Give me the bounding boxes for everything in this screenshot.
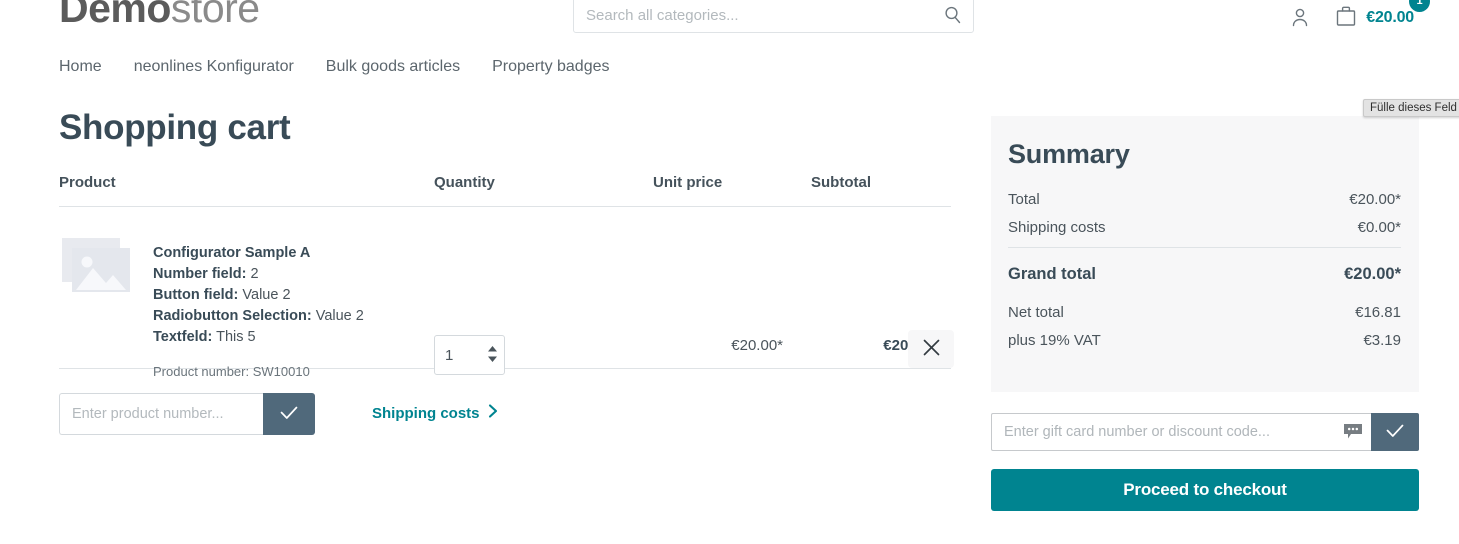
property-value: This 5: [216, 329, 256, 345]
logo-text-bold: Demo: [59, 0, 171, 31]
grand-total-value: €20.00*: [1344, 265, 1401, 283]
property-label: Button field:: [153, 287, 239, 303]
site-logo[interactable]: Demostore: [59, 0, 260, 30]
product-number: Product number: SW10010: [153, 364, 310, 379]
search-icon: [943, 6, 963, 28]
search-box[interactable]: [573, 0, 974, 33]
cart-table-header: Product Quantity Unit price Subtotal: [59, 174, 951, 207]
discount-submit-button[interactable]: [1371, 413, 1419, 451]
property-value: Value 2: [242, 287, 291, 303]
remove-item-button[interactable]: [908, 330, 954, 368]
summary-value: €0.00*: [1357, 219, 1401, 236]
shipping-costs-label: Shipping costs: [372, 404, 480, 422]
close-icon: [922, 338, 941, 360]
column-header-quantity: Quantity: [434, 174, 495, 191]
product-property-number-field: Number field: 2: [153, 264, 423, 285]
summary-value: €3.19: [1363, 332, 1401, 349]
check-icon: [278, 402, 300, 427]
discount-input-wrapper: [991, 413, 1371, 451]
unit-price: €20.00*: [731, 337, 783, 354]
summary-divider: [1008, 247, 1401, 248]
summary-row-total: Total €20.00*: [1008, 191, 1401, 208]
cart-badge: 1: [1409, 0, 1430, 12]
column-header-unit-price: Unit price: [653, 174, 723, 191]
search-button[interactable]: [939, 2, 967, 30]
summary-value: €20.00*: [1349, 191, 1401, 208]
main-navigation: Home neonlines Konfigurator Bulk goods a…: [59, 58, 642, 76]
validation-tooltip: Fülle dieses Feld: [1363, 99, 1459, 117]
quantity-select[interactable]: 1: [434, 335, 505, 375]
discount-code-form: [991, 413, 1419, 451]
summary-value: €16.81: [1355, 304, 1401, 321]
product-info: Configurator Sample A Number field: 2 Bu…: [153, 243, 423, 348]
product-number-form: [59, 393, 315, 435]
property-label: Radiobutton Selection:: [153, 308, 312, 324]
proceed-to-checkout-button[interactable]: Proceed to checkout: [991, 469, 1419, 511]
summary-row-grand-total: Grand total €20.00*: [1008, 265, 1401, 284]
summary-row-shipping-costs: Shipping costs €0.00*: [1008, 219, 1401, 236]
summary-label: Total: [1008, 191, 1040, 208]
cart-bottom-bar: Shipping costs: [59, 393, 951, 453]
product-property-button-field: Button field: Value 2: [153, 285, 423, 306]
cart-amount: €20.00: [1366, 9, 1414, 26]
nav-item-home[interactable]: Home: [59, 58, 102, 76]
column-header-subtotal: Subtotal: [811, 174, 871, 191]
product-property-textfeld: Textfeld: This 5: [153, 327, 423, 348]
site-header: Demostore Search all categories... €20.0…: [0, 0, 1459, 46]
search-input[interactable]: [574, 0, 934, 32]
property-value: 2: [250, 266, 259, 282]
summary-panel: Summary Total €20.00* Shipping costs €0.…: [991, 116, 1419, 392]
product-thumbnail[interactable]: [60, 238, 134, 296]
autofill-bubble-icon[interactable]: [1343, 423, 1363, 440]
summary-label: Net total: [1008, 304, 1064, 321]
property-label: Textfeld:: [153, 329, 213, 345]
shipping-costs-link[interactable]: Shipping costs: [372, 404, 498, 422]
grand-total-label: Grand total: [1008, 265, 1097, 283]
nav-item-property-badges[interactable]: Property badges: [492, 58, 609, 76]
chevron-right-icon: [488, 404, 498, 422]
summary-label: plus 19% VAT: [1008, 332, 1101, 349]
account-button[interactable]: [1286, 4, 1314, 32]
summary-row-net-total: Net total €16.81: [1008, 304, 1401, 321]
cart-column: Shopping cart Product Quantity Unit pric…: [59, 105, 954, 453]
nav-item-neonlines-konfigurator[interactable]: neonlines Konfigurator: [134, 58, 294, 76]
property-label: Number field:: [153, 266, 247, 282]
page-title: Shopping cart: [59, 108, 291, 147]
logo-text-light: store: [170, 0, 260, 31]
header-actions: €20.00 1: [1286, 0, 1459, 38]
check-icon: [1384, 420, 1406, 445]
cart-line-item: Configurator Sample A Number field: 2 Bu…: [59, 207, 954, 379]
product-property-radiobutton-selection: Radiobutton Selection: Value 2: [153, 306, 423, 327]
summary-label: Shipping costs: [1008, 219, 1106, 236]
user-account-icon: [1288, 5, 1312, 32]
product-number-submit-button[interactable]: [263, 393, 315, 435]
nav-item-bulk-goods-articles[interactable]: Bulk goods articles: [326, 58, 460, 76]
discount-code-input[interactable]: [991, 413, 1371, 451]
summary-title: Summary: [1008, 139, 1130, 169]
cart-button[interactable]: €20.00 1: [1334, 0, 1430, 33]
image-placeholder-icon: [60, 238, 134, 300]
product-name[interactable]: Configurator Sample A: [153, 243, 423, 264]
summary-row-vat: plus 19% VAT €3.19: [1008, 332, 1401, 349]
shopping-bag-icon: [1334, 4, 1358, 33]
property-value: Value 2: [315, 308, 364, 324]
product-number-input[interactable]: [59, 393, 263, 435]
column-header-product: Product: [59, 174, 116, 191]
